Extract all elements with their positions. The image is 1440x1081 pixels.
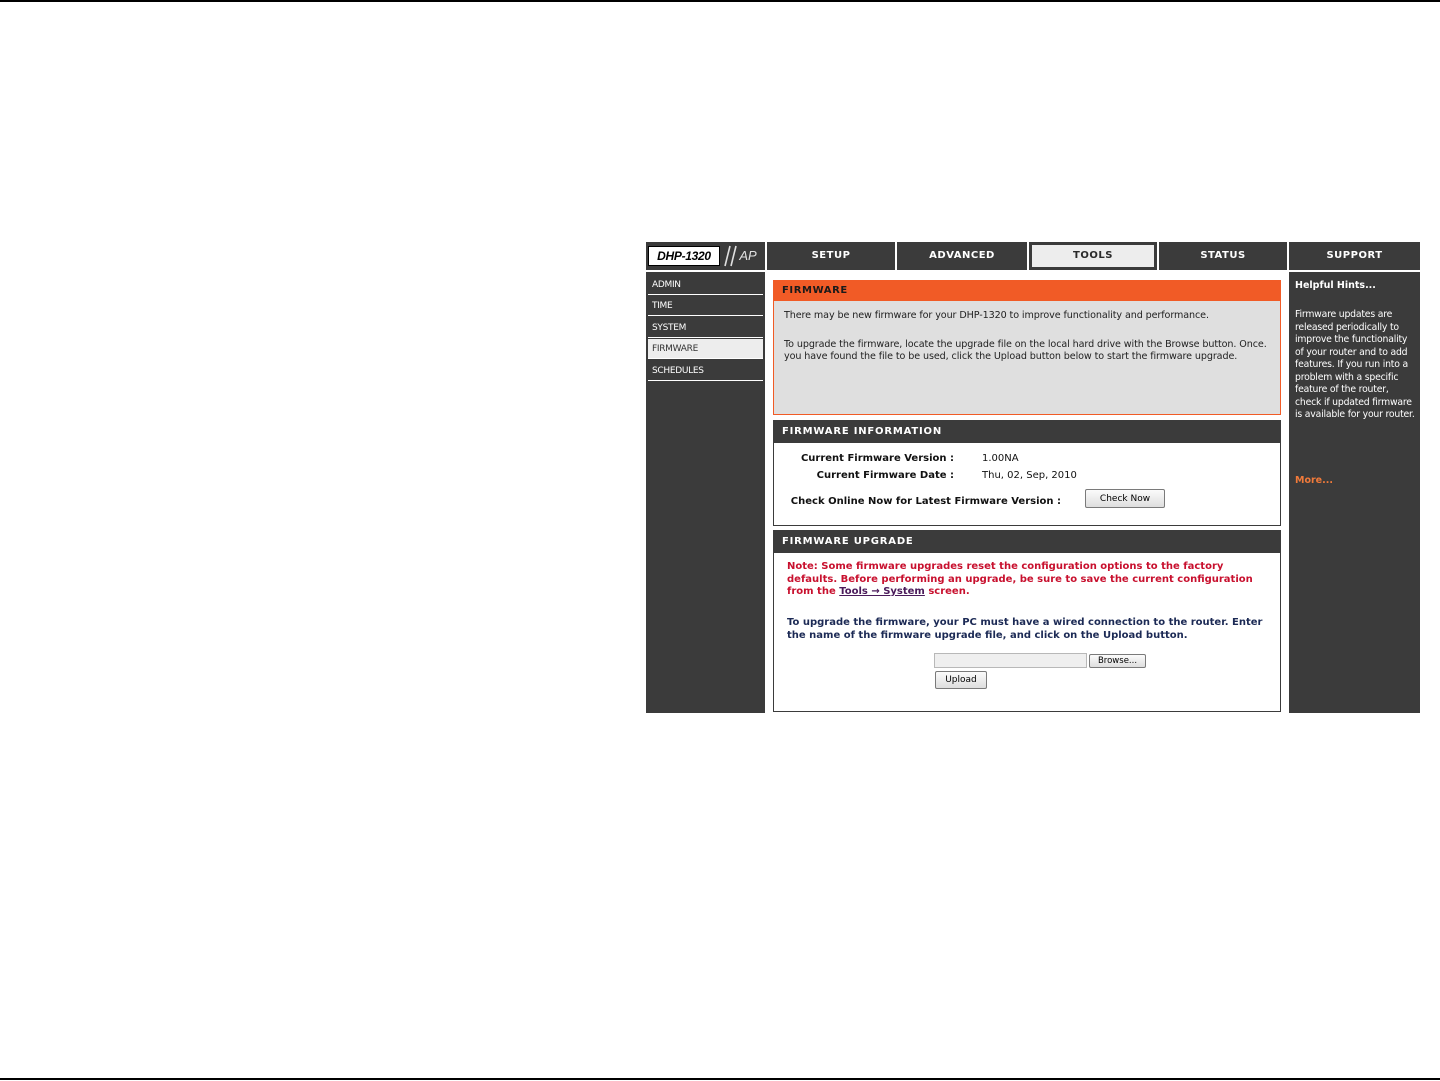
- sidebar-item-schedules[interactable]: SCHEDULES: [648, 361, 763, 381]
- logo-suffix: AP: [739, 248, 757, 263]
- check-online-label: Check Online Now for Latest Firmware Ver…: [790, 496, 1061, 507]
- current-version-label: Current Firmware Version :: [800, 453, 954, 464]
- current-date-label: Current Firmware Date :: [816, 470, 954, 481]
- logo: DHP-1320 AP: [646, 242, 765, 270]
- upload-button[interactable]: Upload: [935, 671, 987, 689]
- tab-setup[interactable]: SETUP: [767, 242, 895, 270]
- firmware-upgrade-title: FIRMWARE UPGRADE: [774, 531, 1280, 553]
- upgrade-warning-suffix: screen.: [924, 586, 970, 597]
- firmware-intro-text-2: To upgrade the firmware, locate the upgr…: [784, 339, 1267, 362]
- logo-model: DHP-1320: [648, 246, 720, 266]
- tab-support[interactable]: SUPPORT: [1289, 242, 1420, 270]
- sidebar: ADMIN TIME SYSTEM FIRMWARE SCHEDULES: [646, 272, 765, 713]
- upgrade-warning-note: Note: Some firmware upgrades reset the c…: [787, 561, 1273, 599]
- sidebar-item-firmware[interactable]: FIRMWARE: [648, 339, 763, 359]
- tab-support-label: SUPPORT: [1326, 250, 1383, 261]
- current-version-value: 1.00NA: [982, 453, 1019, 464]
- top-rule: [0, 0, 1440, 2]
- firmware-title: FIRMWARE: [774, 281, 1280, 301]
- bottom-rule: [0, 1078, 1440, 1080]
- main-content: FIRMWARE There may be new firmware for y…: [767, 272, 1287, 713]
- sidebar-item-system[interactable]: SYSTEM: [648, 318, 763, 338]
- router-ui: DHP-1320 AP SETUP ADVANCED TOOLS STATUS …: [646, 242, 1420, 713]
- tab-tools[interactable]: TOOLS: [1029, 242, 1157, 270]
- tab-advanced-label: ADVANCED: [929, 250, 995, 261]
- firmware-information-panel: FIRMWARE INFORMATION Current Firmware Ve…: [773, 420, 1281, 526]
- tab-status[interactable]: STATUS: [1159, 242, 1287, 270]
- tab-advanced[interactable]: ADVANCED: [897, 242, 1027, 270]
- firmware-information-title: FIRMWARE INFORMATION: [774, 421, 1280, 443]
- current-date-value: Thu, 02, Sep, 2010: [982, 470, 1077, 481]
- tab-status-label: STATUS: [1200, 250, 1246, 261]
- hints-body: Firmware updates are released periodical…: [1295, 309, 1415, 420]
- browse-button[interactable]: Browse...: [1089, 654, 1146, 668]
- tab-setup-label: SETUP: [811, 250, 851, 261]
- upgrade-instructions: To upgrade the firmware, your PC must ha…: [787, 617, 1263, 641]
- hints-title: Helpful Hints...: [1295, 280, 1376, 291]
- sidebar-item-time[interactable]: TIME: [648, 296, 763, 316]
- check-now-button[interactable]: Check Now: [1085, 489, 1165, 508]
- firmware-file-input[interactable]: [934, 653, 1087, 668]
- sidebar-item-admin[interactable]: ADMIN: [648, 275, 763, 295]
- firmware-intro-panel: FIRMWARE There may be new firmware for y…: [773, 280, 1281, 415]
- tools-system-link[interactable]: Tools → System: [839, 586, 925, 597]
- firmware-intro-text-1: There may be new firmware for your DHP-1…: [784, 310, 1209, 321]
- top-nav: SETUP ADVANCED TOOLS STATUS SUPPORT: [767, 242, 1420, 270]
- firmware-upgrade-panel: FIRMWARE UPGRADE Note: Some firmware upg…: [773, 530, 1281, 712]
- hints-more-link[interactable]: More...: [1295, 475, 1333, 486]
- helpful-hints-panel: Helpful Hints... Firmware updates are re…: [1289, 272, 1420, 713]
- tab-tools-label: TOOLS: [1032, 245, 1154, 267]
